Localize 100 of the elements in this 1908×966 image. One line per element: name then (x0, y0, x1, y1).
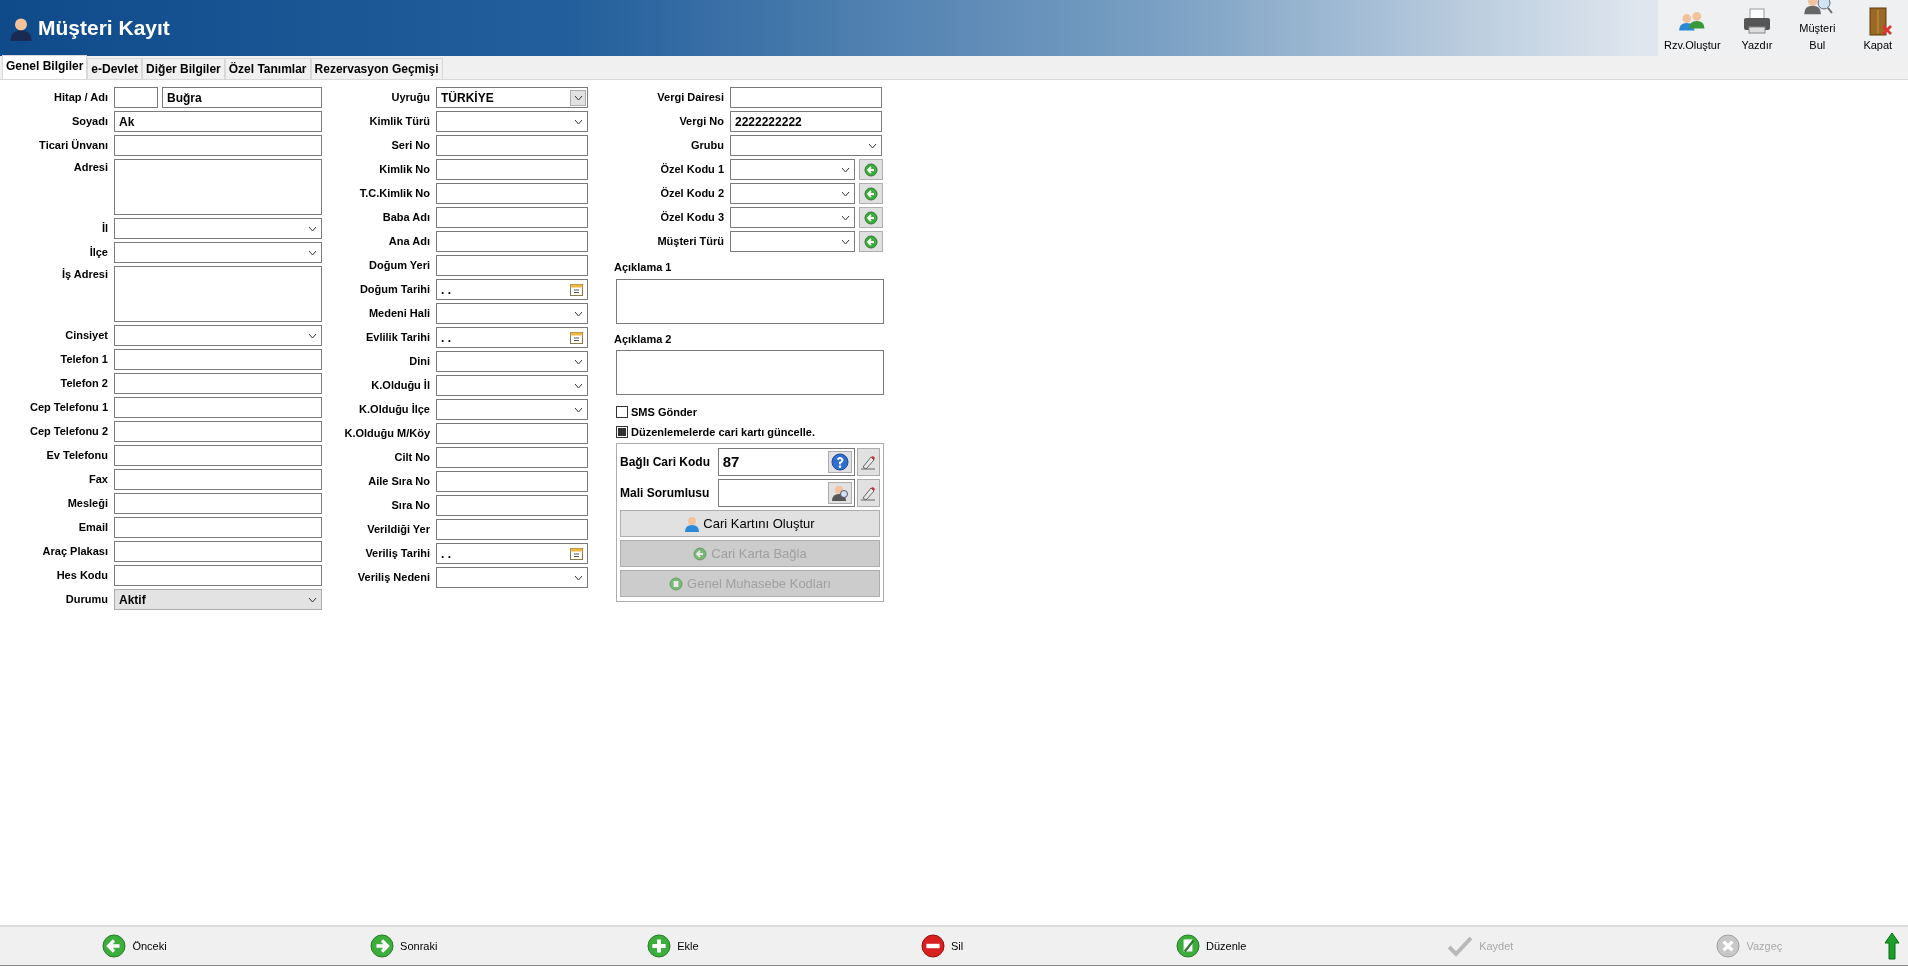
back-arrow-icon (864, 234, 878, 249)
field-label: T.C.Kimlik No (358, 186, 430, 202)
dropdown-field[interactable] (114, 325, 322, 346)
clear-button[interactable] (856, 448, 880, 476)
add-button[interactable] (859, 207, 883, 228)
text-field[interactable] (114, 565, 322, 586)
lookup-button[interactable] (827, 482, 852, 504)
text-field[interactable]: Buğra (162, 87, 322, 108)
action-button[interactable]: Cari Kartını Oluştur (620, 510, 880, 537)
field-label: Baba Adı (381, 210, 430, 226)
text-field[interactable] (114, 541, 322, 562)
tab[interactable]: Rezervasyon Geçmişi (310, 58, 443, 79)
nav-button[interactable]: Düzenle (1173, 932, 1249, 960)
field-label: Aile Sıra No (367, 474, 430, 490)
toolbar-button[interactable]: Kapat (1847, 0, 1908, 56)
text-area[interactable] (616, 278, 884, 324)
tab[interactable]: Özel Tanımlar (224, 58, 311, 79)
checkbox[interactable] (616, 425, 628, 438)
text-field[interactable] (114, 349, 322, 370)
tab[interactable]: Genel Bilgiler (2, 55, 88, 79)
nav-button[interactable]: Sonraki (368, 932, 440, 960)
text-field[interactable] (114, 397, 322, 418)
nav-button[interactable]: Sil (918, 932, 966, 960)
field-label: Vergi No (678, 114, 724, 130)
text-field[interactable] (436, 207, 588, 228)
text-field[interactable] (436, 255, 588, 276)
tab[interactable]: Diğer Bilgiler (142, 58, 225, 79)
dropdown-field[interactable] (114, 242, 322, 263)
text-field[interactable] (436, 495, 588, 516)
chevron-icon (574, 574, 583, 581)
text-field[interactable] (436, 183, 588, 204)
chevron-icon (574, 382, 583, 389)
add-button[interactable] (859, 231, 883, 252)
dropdown-field[interactable] (730, 135, 882, 156)
toolbar-button[interactable]: Müşteri Bul (1787, 0, 1848, 56)
dropdown-field[interactable] (730, 159, 855, 180)
lookup-field[interactable]: 87 (717, 448, 855, 476)
field-label: Ana Adı (387, 234, 430, 250)
text-field[interactable] (436, 519, 588, 540)
add-button[interactable] (859, 159, 883, 180)
text-field[interactable] (114, 135, 322, 156)
chevron-icon (573, 94, 583, 101)
tab[interactable]: e-Devlet (87, 58, 143, 79)
person-search-icon (830, 484, 849, 502)
text-field[interactable]: 2222222222 (730, 111, 882, 132)
text-field[interactable] (436, 447, 588, 468)
text-field[interactable] (114, 493, 322, 514)
dropdown-field[interactable]: TÜRKİYE (436, 87, 588, 108)
text-field[interactable] (436, 423, 588, 444)
text-field[interactable] (436, 471, 588, 492)
text-field[interactable] (114, 469, 322, 490)
dropdown-field[interactable] (114, 218, 322, 239)
text-field[interactable] (114, 421, 322, 442)
dropdown-field[interactable] (436, 111, 588, 132)
chevron-icon (574, 358, 583, 365)
text-field[interactable] (436, 159, 588, 180)
date-field[interactable]: . . (436, 279, 588, 300)
clear-button[interactable] (856, 479, 880, 507)
dropdown-field[interactable] (436, 303, 588, 324)
dropdown-field[interactable] (730, 207, 855, 228)
nav-button[interactable]: Ekle (645, 932, 701, 960)
window-title: Müşteri Kayıt (38, 15, 170, 42)
eraser-icon (860, 485, 877, 501)
text-field[interactable]: Ak (114, 111, 322, 132)
nav-button[interactable]: Önceki (100, 932, 169, 960)
text-area[interactable] (114, 159, 322, 215)
field-label: Sıra No (390, 498, 430, 514)
dropdown-field[interactable]: Aktif (114, 589, 322, 610)
dropdown-field[interactable] (436, 351, 588, 372)
text-area[interactable] (114, 266, 322, 322)
toolbar-button[interactable]: Rzv.Oluştur (1658, 0, 1727, 56)
lookup-button[interactable] (827, 451, 852, 473)
lookup-field[interactable] (717, 479, 855, 507)
text-field[interactable] (436, 231, 588, 252)
checkbox[interactable] (616, 406, 628, 419)
chevron-icon (308, 332, 317, 339)
title-field[interactable] (114, 87, 158, 108)
dropdown-field[interactable] (730, 183, 855, 204)
text-field[interactable] (730, 87, 882, 108)
up-arrow-icon (1884, 932, 1900, 960)
dropdown-field[interactable] (436, 567, 588, 588)
date-field[interactable]: . . (436, 327, 588, 348)
check-icon (1447, 935, 1474, 957)
text-field[interactable] (436, 135, 588, 156)
dropdown-field[interactable] (730, 231, 855, 252)
text-field[interactable] (114, 373, 322, 394)
add-button[interactable] (859, 183, 883, 204)
toolbar-button[interactable]: Yazdır (1726, 0, 1788, 56)
date-field[interactable]: . . (436, 543, 588, 564)
field-label: Seri No (390, 138, 430, 154)
dropdown-field[interactable] (436, 375, 588, 396)
field-label: Fax (88, 472, 108, 488)
minus-icon (920, 934, 945, 958)
dropdown-field[interactable] (436, 399, 588, 420)
field-label: Uyruğu (390, 90, 430, 106)
text-field[interactable] (114, 445, 322, 466)
field-label: K.Olduğu İl (370, 378, 430, 394)
back-arrow-icon (864, 210, 878, 225)
text-area[interactable] (616, 350, 884, 395)
text-field[interactable] (114, 517, 322, 538)
